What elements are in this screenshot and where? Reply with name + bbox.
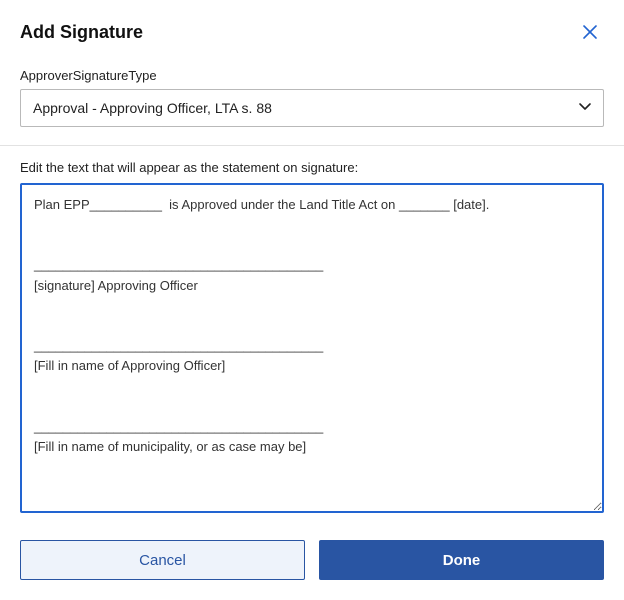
done-button[interactable]: Done: [319, 540, 604, 580]
signature-type-label: ApproverSignatureType: [20, 68, 604, 83]
close-icon: [582, 24, 598, 40]
dialog-title: Add Signature: [20, 22, 143, 43]
done-button-label: Done: [443, 552, 481, 569]
signature-statement-textarea[interactable]: [20, 183, 604, 513]
statement-label: Edit the text that will appear as the st…: [20, 160, 604, 175]
dialog-header: Add Signature: [20, 18, 604, 46]
signature-type-select[interactable]: Approval - Approving Officer, LTA s. 88: [20, 89, 604, 127]
dialog-button-row: Cancel Done: [20, 540, 604, 580]
close-button[interactable]: [576, 18, 604, 46]
add-signature-dialog: Add Signature ApproverSignatureType Appr…: [0, 0, 624, 600]
chevron-down-icon: [577, 99, 593, 118]
cancel-button-label: Cancel: [139, 552, 186, 569]
cancel-button[interactable]: Cancel: [20, 540, 305, 580]
signature-type-selected: Approval - Approving Officer, LTA s. 88: [33, 100, 272, 116]
section-divider: [0, 145, 624, 146]
